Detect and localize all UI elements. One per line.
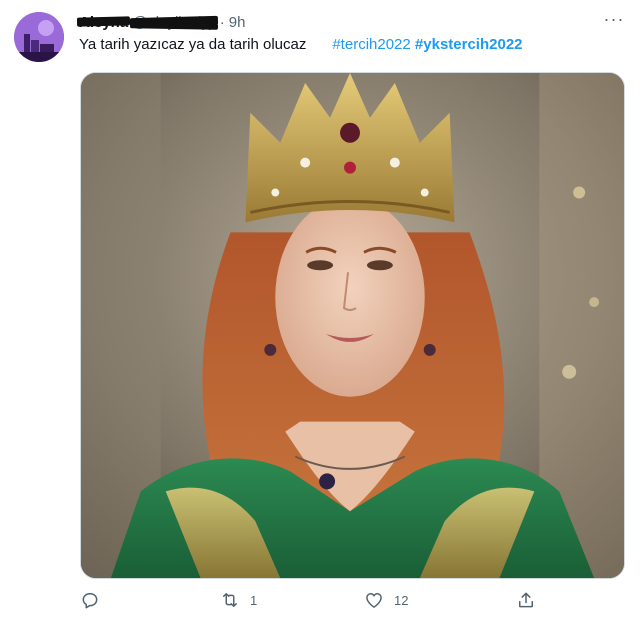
retweet-count: 1 [250, 592, 258, 608]
reply-icon [82, 593, 98, 609]
more-icon[interactable]: ··· [602, 10, 626, 32]
retweet-icon [223, 593, 237, 607]
share-icon [519, 592, 533, 608]
hashtag-link[interactable]: #ykstercih2022 [415, 36, 523, 53]
like-count: 12 [394, 592, 409, 608]
redaction-mark [130, 21, 218, 30]
tweet-text: Ya tarih yazıcaz ya da tarih olucaz #terc… [79, 36, 626, 53]
like-button[interactable]: 12 [364, 590, 408, 610]
tweet-header: Aleyna @aleylinalyji · 9h [76, 11, 246, 33]
hashtag-link[interactable]: #tercih2022 [332, 36, 410, 53]
tweet-body: Ya tarih yazıcaz ya da tarih olucaz [79, 36, 307, 53]
retweet-button[interactable]: 1 [220, 590, 257, 610]
avatar[interactable] [14, 12, 64, 62]
redaction-mark [76, 15, 131, 27]
like-icon [366, 593, 382, 608]
tweet-photo[interactable] [80, 72, 625, 579]
photo-image [81, 73, 624, 578]
separator-dot: · [219, 13, 225, 31]
display-name[interactable]: Aleyna [76, 14, 131, 31]
timestamp[interactable]: 9h [229, 14, 246, 31]
avatar-image [14, 12, 64, 62]
share-button[interactable] [516, 590, 536, 610]
reply-button[interactable] [80, 590, 110, 610]
tweet: Aleyna @aleylinalyji · 9h ··· Ya tarih y… [0, 0, 640, 624]
tweet-actions: 1 12 [80, 590, 550, 616]
user-handle[interactable]: @aleylinalyji [130, 14, 218, 31]
